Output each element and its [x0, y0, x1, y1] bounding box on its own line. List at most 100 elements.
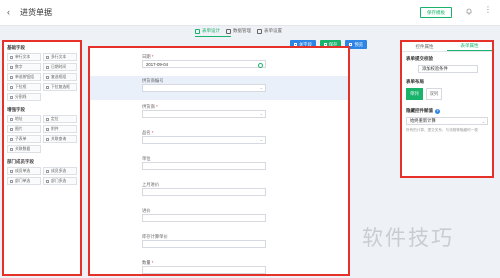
product-name-select[interactable]: ⌄: [142, 136, 266, 144]
designer-tabs: 表单设计 数据管理 表单设置: [195, 26, 282, 36]
group-title: 部门成员字段: [7, 159, 34, 164]
form-field-last-month-price[interactable]: 上月进价: [142, 182, 266, 196]
tab-form-settings[interactable]: 表单设置: [257, 26, 282, 36]
quantity-input[interactable]: [142, 266, 266, 274]
palette-item-label: 成员单选: [15, 168, 31, 173]
button-label: 预览: [354, 41, 364, 47]
palette-item-dept-multi[interactable]: 部门多选: [43, 177, 77, 185]
palette-item-label: 分割线: [15, 94, 27, 99]
supplier-select[interactable]: ⌄: [142, 110, 266, 118]
attachment-icon: [46, 127, 49, 131]
tab-form-properties[interactable]: 表单属性: [447, 42, 492, 51]
palette-item-label: 关联数据: [15, 146, 31, 151]
field-palette: 基础字段 单行文本 多行文本 数字 日期时间 单选按钮组 复选框组 下拉框 下拉…: [2, 40, 82, 276]
form-field-stock-unit-price[interactable]: 库存计算单价: [142, 234, 266, 248]
hidden-field-section: 隐藏控件赋值? 始终重新计算 ⌄ 所有的计算、提交关系、与流程等隐藏时一视: [406, 108, 488, 133]
palette-item-radio-group[interactable]: 单选按钮组: [7, 73, 41, 81]
properties-panel: 控件属性 表单属性 表单提交校验 添加校验条件 表单布局 单列 双列 隐藏控件赋…: [400, 40, 494, 178]
palette-item-related-data[interactable]: 关联数据: [7, 145, 41, 153]
form-field-supplier-code[interactable]: 供货商编号 ⌄: [142, 78, 266, 92]
palette-item-divider[interactable]: 分割线: [7, 93, 41, 101]
palette-item-member-single[interactable]: 成员单选: [7, 167, 41, 175]
tab-data-management[interactable]: 数据管理: [226, 26, 251, 36]
form-field-unit[interactable]: 单位: [142, 156, 266, 170]
palette-item-checkbox-group[interactable]: 复选框组: [43, 73, 77, 81]
chevron-down-icon: ⌄: [481, 119, 485, 124]
layout-double-column[interactable]: 双列: [425, 88, 443, 100]
palette-item-label: 下拉复选框: [51, 84, 70, 89]
palette-item-related-query[interactable]: 关联查询: [43, 135, 77, 143]
palette-item-location[interactable]: 定位: [43, 115, 77, 123]
palette-item-single-line[interactable]: 单行文本: [7, 53, 41, 61]
tab-control-properties[interactable]: 控件属性: [402, 42, 447, 51]
chevron-down-icon: ⌄: [259, 137, 263, 142]
bell-icon[interactable]: [466, 8, 472, 15]
calendar-icon: [46, 65, 49, 69]
palette-item-image[interactable]: 图片: [7, 125, 41, 133]
divider-icon: [10, 95, 13, 99]
more-icon[interactable]: ⋮: [484, 6, 492, 14]
palette-item-label: 单选按钮组: [15, 74, 34, 79]
palette-item-label: 单行文本: [15, 54, 31, 59]
layout-single-column[interactable]: 单列: [406, 88, 423, 100]
settings-icon: [257, 28, 262, 34]
member-fields-grid: 成员单选 成员多选 部门单选 部门多选: [4, 167, 80, 185]
purchase-price-input[interactable]: [142, 214, 266, 222]
section-title: 表单提交校验: [406, 56, 433, 61]
watermark: 软件技巧: [362, 226, 454, 250]
enhanced-fields-grid: 地址 定位 图片 附件 子表单 关联查询 关联数据: [4, 115, 80, 153]
palette-item-multi-line[interactable]: 多行文本: [43, 53, 77, 61]
palette-item-dropdown[interactable]: 下拉框: [7, 83, 41, 91]
palette-item-label: 关联查询: [51, 136, 67, 141]
text-icon: [10, 55, 13, 59]
chevron-down-icon: ⌄: [259, 111, 263, 116]
palette-item-number[interactable]: 数字: [7, 63, 41, 71]
tab-label: 数据管理: [233, 28, 251, 33]
add-check-condition-button[interactable]: 添加校验条件: [418, 65, 478, 73]
unit-input[interactable]: [142, 162, 266, 170]
date-input[interactable]: 2017-09-04: [142, 60, 266, 68]
palette-item-label: 定位: [51, 116, 59, 121]
palette-item-member-multi[interactable]: 成员多选: [43, 167, 77, 175]
tab-label: 表单设置: [264, 28, 282, 33]
form-design-icon: [195, 28, 200, 34]
form-field-purchase-price[interactable]: 进价: [142, 208, 266, 222]
form-canvas: 日期 * 2017-09-04 供货商编号 ⌄ 供货商 * ⌄ 品名 * ⌄ 单…: [88, 46, 350, 276]
stock-unit-price-input[interactable]: [142, 240, 266, 248]
palette-item-label: 部门单选: [15, 178, 31, 183]
help-icon[interactable]: ?: [435, 109, 440, 114]
form-field-date[interactable]: 日期 * 2017-09-04: [142, 54, 266, 68]
palette-item-dept-single[interactable]: 部门单选: [7, 177, 41, 185]
palette-item-subform[interactable]: 子表单: [7, 135, 41, 143]
palette-item-address[interactable]: 地址: [7, 115, 41, 123]
properties-tabs: 控件属性 表单属性: [402, 42, 492, 52]
dropdown-icon: [10, 85, 13, 89]
back-icon[interactable]: ‹: [7, 8, 10, 17]
active-tab-indicator: [195, 36, 231, 37]
palette-item-label: 成员多选: [51, 168, 67, 173]
palette-item-multi-dropdown[interactable]: 下拉复选框: [43, 83, 77, 91]
palette-item-attachment[interactable]: 附件: [43, 125, 77, 133]
last-month-price-input[interactable]: [142, 188, 266, 196]
chevron-down-icon: ⌄: [259, 85, 263, 90]
palette-item-label: 下拉框: [15, 84, 27, 89]
subform-icon: [10, 137, 13, 141]
department-icon: [46, 179, 49, 183]
supplier-code-select[interactable]: ⌄: [142, 84, 266, 92]
tab-label: 表单设计: [202, 28, 220, 33]
palette-item-datetime[interactable]: 日期时间: [43, 63, 77, 71]
data-management-icon: [226, 28, 231, 34]
save-template-button[interactable]: 保存模板: [420, 7, 452, 18]
form-field-quantity[interactable]: 数量 *: [142, 260, 266, 274]
calendar-icon: [258, 62, 263, 68]
hidden-field-select[interactable]: 始终重新计算 ⌄: [406, 117, 488, 125]
palette-item-label: 图片: [15, 126, 23, 131]
form-field-supplier[interactable]: 供货商 * ⌄: [142, 104, 266, 118]
tab-form-design[interactable]: 表单设计: [195, 26, 220, 36]
palette-item-label: 部门多选: [51, 178, 67, 183]
form-field-product-name[interactable]: 品名 * ⌄: [142, 130, 266, 144]
number-icon: [10, 65, 13, 69]
group-title: 增强字段: [7, 107, 25, 112]
group-title: 基础字段: [7, 45, 25, 50]
top-bar: ‹ 进货单据 保存模板 ⋮: [0, 0, 500, 26]
